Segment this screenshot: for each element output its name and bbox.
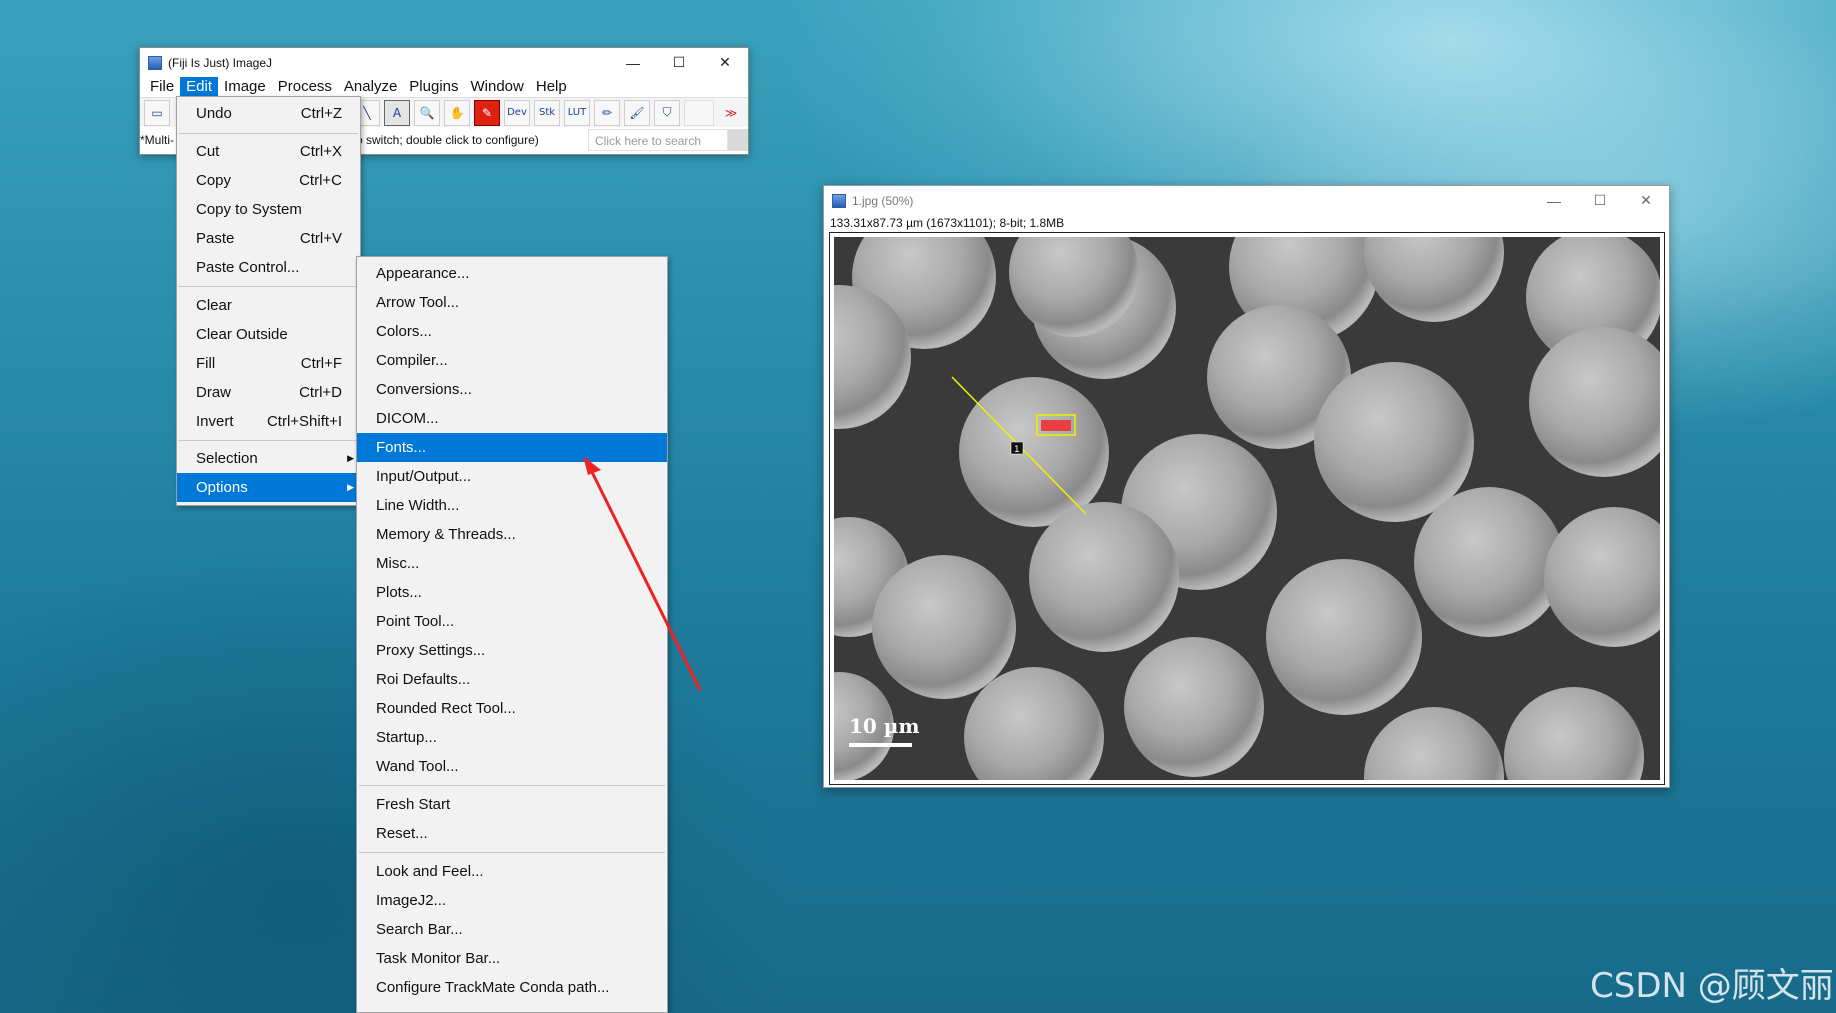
main-titlebar[interactable]: (Fiji Is Just) ImageJ — ☐ ✕ — [140, 48, 748, 77]
maximize-icon[interactable]: ☐ — [1577, 186, 1623, 215]
menu-item-fill[interactable]: Fill Ctrl+F — [177, 349, 360, 378]
search-options-button[interactable] — [728, 129, 748, 151]
microsphere — [1266, 559, 1422, 715]
dev-tool-icon[interactable]: Dev — [504, 99, 530, 126]
microsphere — [872, 555, 1016, 699]
menu-item-undo[interactable]: Undo Ctrl+Z — [177, 99, 360, 128]
sem-image-canvas[interactable]: 1 10 µm — [834, 237, 1660, 780]
option-proxy-settings[interactable]: Proxy Settings... — [357, 636, 667, 665]
fiji-app-icon — [148, 55, 162, 70]
scale-bar — [849, 743, 912, 747]
option-wand-tool[interactable]: Wand Tool... — [357, 752, 667, 781]
menu-image[interactable]: Image — [218, 77, 272, 97]
minimize-icon[interactable]: — — [610, 48, 656, 77]
option-rounded-rect-tool[interactable]: Rounded Rect Tool... — [357, 694, 667, 723]
option-point-tool[interactable]: Point Tool... — [357, 607, 667, 636]
hand-tool-icon[interactable]: ✋ — [444, 99, 470, 126]
menu-plugins[interactable]: Plugins — [403, 77, 464, 97]
menu-item-cut[interactable]: Cut Ctrl+X — [177, 137, 360, 166]
option-appearance[interactable]: Appearance... — [357, 259, 667, 288]
menu-item-options[interactable]: Options ▶ — [177, 473, 360, 502]
image-canvas-frame[interactable]: 1 10 µm — [829, 232, 1665, 785]
menu-process[interactable]: Process — [272, 77, 338, 97]
menu-item-draw[interactable]: Draw Ctrl+D — [177, 378, 360, 407]
rectangle-tool-icon[interactable]: ▭ — [144, 99, 170, 126]
minimize-icon[interactable]: — — [1531, 186, 1577, 215]
option-roi-defaults[interactable]: Roi Defaults... — [357, 665, 667, 694]
scale-bar-label: 10 µm — [849, 714, 920, 738]
option-misc[interactable]: Misc... — [357, 549, 667, 578]
option-memory-threads[interactable]: Memory & Threads... — [357, 520, 667, 549]
empty-tool-slot[interactable] — [684, 99, 714, 126]
submenu-arrow-icon: ▶ — [347, 453, 354, 463]
lut-tool-icon[interactable]: LUT — [564, 99, 590, 126]
edit-menu-dropdown: Undo Ctrl+Z Cut Ctrl+X Copy Ctrl+C Copy to … — [176, 96, 361, 506]
option-colors[interactable]: Colors... — [357, 317, 667, 346]
close-icon[interactable]: ✕ — [1623, 186, 1669, 215]
menu-item-copy-to-system[interactable]: Copy to System — [177, 195, 360, 224]
fiji-app-icon — [832, 193, 846, 208]
image-window: 1.jpg (50%) — ☐ ✕ 133.31x87.73 µm (1673x… — [823, 185, 1670, 788]
menu-item-invert[interactable]: Invert Ctrl+Shift+I — [177, 407, 360, 436]
search-input[interactable]: Click here to search — [588, 129, 728, 151]
option-fresh-start[interactable]: Fresh Start — [357, 790, 667, 819]
status-text-right: o switch; double click to configure) — [356, 133, 539, 147]
menu-item-clear-outside[interactable]: Clear Outside — [177, 320, 360, 349]
microsphere — [1029, 502, 1179, 652]
option-line-width[interactable]: Line Width... — [357, 491, 667, 520]
brush-tool-icon[interactable]: 🖌 — [624, 99, 650, 126]
image-info-text: 133.31x87.73 µm (1673x1101); 8-bit; 1.8M… — [830, 216, 1065, 230]
menu-item-copy[interactable]: Copy Ctrl+C — [177, 166, 360, 195]
menu-analyze[interactable]: Analyze — [338, 77, 403, 97]
menu-item-paste-control[interactable]: Paste Control... — [177, 253, 360, 282]
flood-fill-tool-icon[interactable]: ⛉ — [654, 99, 680, 126]
microsphere — [1124, 637, 1264, 777]
option-conversions[interactable]: Conversions... — [357, 375, 667, 404]
option-task-monitor-bar[interactable]: Task Monitor Bar... — [357, 944, 667, 973]
magnifier-tool-icon[interactable]: 🔍 — [414, 99, 440, 126]
option-plots[interactable]: Plots... — [357, 578, 667, 607]
close-icon[interactable]: ✕ — [702, 48, 748, 77]
option-configure-trackmate-conda[interactable]: Configure TrackMate Conda path... — [357, 973, 667, 1002]
menu-item-paste[interactable]: Paste Ctrl+V — [177, 224, 360, 253]
submenu-arrow-icon: ▶ — [347, 482, 354, 492]
maximize-icon[interactable]: ☐ — [656, 48, 702, 77]
more-tools-icon[interactable]: ≫ — [718, 100, 744, 126]
menu-item-selection[interactable]: Selection ▶ — [177, 444, 360, 473]
option-dicom[interactable]: DICOM... — [357, 404, 667, 433]
menu-window[interactable]: Window — [465, 77, 530, 97]
options-submenu: Appearance... Arrow Tool... Colors... Co… — [356, 256, 668, 1013]
status-text-left: *Multi- — [140, 133, 175, 147]
watermark-text: CSDN @顾文丽 — [1590, 966, 1834, 1006]
option-imagej2[interactable]: ImageJ2... — [357, 886, 667, 915]
option-compiler[interactable]: Compiler... — [357, 346, 667, 375]
text-roi-content — [1041, 420, 1071, 431]
menu-item-clear[interactable]: Clear — [177, 291, 360, 320]
stk-tool-icon[interactable]: Stk — [534, 99, 560, 126]
microsphere — [1414, 487, 1564, 637]
option-input-output[interactable]: Input/Output... — [357, 462, 667, 491]
option-reset[interactable]: Reset... — [357, 819, 667, 848]
image-window-title: 1.jpg (50%) — [852, 193, 914, 208]
option-search-bar[interactable]: Search Bar... — [357, 915, 667, 944]
menu-edit[interactable]: Edit — [180, 77, 219, 97]
main-window-title: (Fiji Is Just) ImageJ — [168, 55, 273, 70]
image-titlebar[interactable]: 1.jpg (50%) — ☐ ✕ — [824, 186, 1669, 215]
color-picker-tool-icon[interactable]: ✎ — [474, 99, 500, 126]
pencil-tool-icon[interactable]: ✏ — [594, 99, 620, 126]
text-tool-icon[interactable]: A — [384, 99, 410, 126]
roi-label: 1 — [1014, 445, 1020, 455]
option-arrow-tool[interactable]: Arrow Tool... — [357, 288, 667, 317]
menu-file[interactable]: File — [144, 77, 180, 97]
option-look-and-feel[interactable]: Look and Feel... — [357, 857, 667, 886]
menubar: File Edit Image Process Analyze Plugins … — [140, 77, 748, 97]
option-fonts[interactable]: Fonts... — [357, 433, 667, 462]
option-startup[interactable]: Startup... — [357, 723, 667, 752]
menu-help[interactable]: Help — [530, 77, 573, 97]
